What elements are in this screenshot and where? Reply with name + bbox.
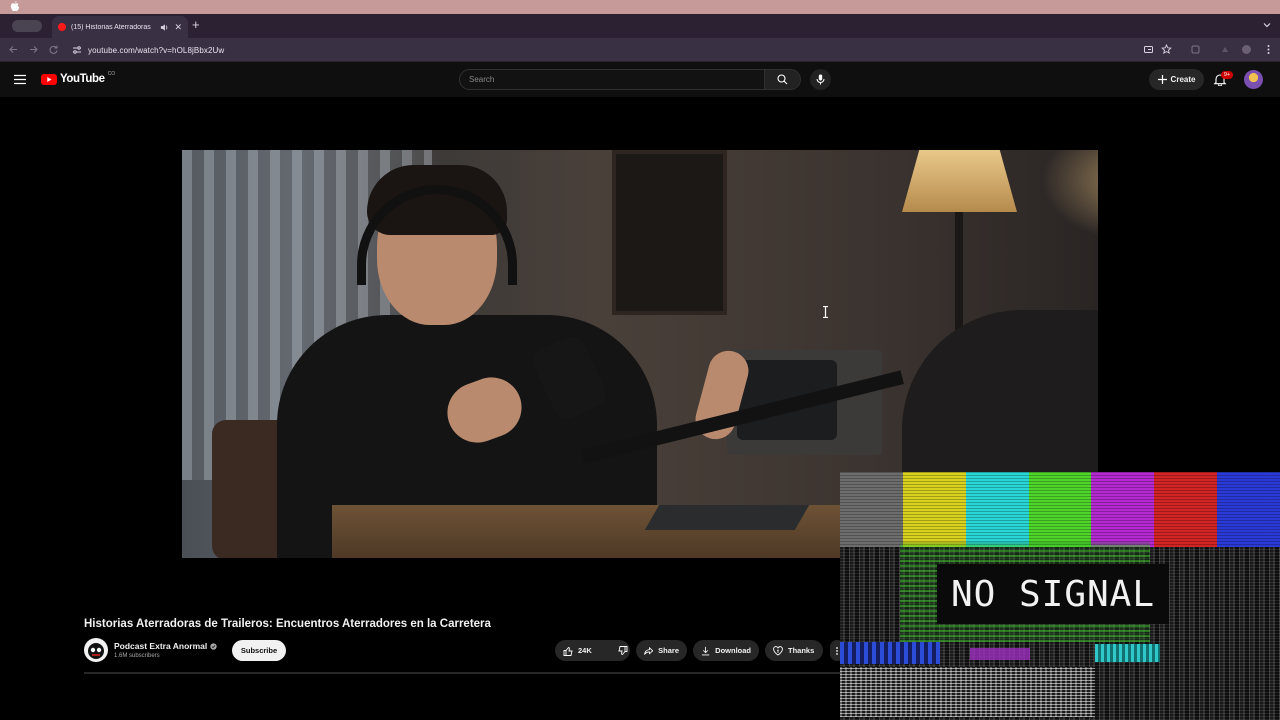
download-label: Download [715, 646, 751, 655]
text-cursor-icon [823, 306, 828, 318]
youtube-favicon-icon [58, 23, 66, 31]
country-code: CO [107, 71, 116, 77]
no-signal-overlay: NO SIGNAL [840, 472, 1280, 720]
super-thanks-icon [773, 645, 783, 656]
forward-icon[interactable] [28, 44, 39, 55]
create-button[interactable]: Create [1149, 69, 1204, 90]
extensions-icon[interactable] [1190, 44, 1201, 55]
url-text: youtube.com/watch?v=hOL8jBbx2Uw [88, 45, 225, 55]
like-button[interactable]: 24K [555, 640, 600, 661]
glitch-band-white [840, 667, 1095, 717]
color-bar [1091, 472, 1155, 547]
channel-name-row[interactable]: Podcast Extra Anormal [114, 641, 217, 651]
site-settings-icon[interactable] [72, 45, 82, 55]
system-menu-bar [0, 0, 1280, 14]
no-signal-text: NO SIGNAL [950, 573, 1156, 615]
profile-icon[interactable] [1241, 44, 1252, 55]
subscribe-button[interactable]: Subscribe [232, 640, 286, 661]
share-arrow-icon [644, 646, 654, 655]
subscriber-count: 1.6M subscribers [114, 653, 160, 659]
notification-badge: 9+ [1221, 71, 1233, 79]
page-divider [84, 672, 844, 674]
back-icon[interactable] [8, 44, 19, 55]
search-button[interactable] [765, 69, 801, 90]
glitch-band-magenta [970, 648, 1030, 660]
chevron-down-icon[interactable] [1262, 20, 1272, 30]
hamburger-menu-icon[interactable] [14, 74, 26, 85]
extension-icon[interactable] [1220, 44, 1231, 55]
scene-tablet [644, 505, 810, 530]
youtube-logo-text: YouTube [60, 73, 105, 85]
account-avatar[interactable] [1244, 70, 1263, 89]
browser-toolbar: youtube.com/watch?v=hOL8jBbx2Uw [0, 38, 1280, 62]
color-bars [840, 472, 1280, 547]
glitch-band-cyan [1095, 644, 1160, 662]
cast-icon[interactable] [1143, 44, 1154, 55]
new-tab-button[interactable]: + [192, 18, 200, 31]
color-bar [840, 472, 903, 547]
dislike-button[interactable] [610, 640, 636, 661]
search-box[interactable] [459, 69, 765, 90]
bookmark-star-icon[interactable] [1161, 44, 1172, 55]
create-label: Create [1170, 75, 1196, 84]
color-bar [1028, 472, 1092, 547]
browser-tab-strip: (15) Historias Aterradoras ✕ + [0, 14, 1280, 38]
thumbs-up-icon [563, 646, 573, 656]
more-vert-icon[interactable] [1263, 44, 1274, 55]
youtube-header: YouTube CO Create 9+ [0, 62, 1280, 97]
thanks-label: Thanks [788, 646, 815, 655]
verified-check-icon [210, 642, 217, 650]
reload-icon[interactable] [48, 44, 59, 55]
address-bar[interactable]: youtube.com/watch?v=hOL8jBbx2Uw [72, 41, 1132, 59]
browser-tab-active[interactable]: (15) Historias Aterradoras ✕ [52, 16, 188, 38]
glitch-band-blue [840, 642, 940, 664]
thanks-button[interactable]: Thanks [765, 640, 823, 661]
voice-search-button[interactable] [810, 69, 831, 90]
channel-name: Podcast Extra Anormal [114, 641, 208, 651]
color-bar [1154, 472, 1218, 547]
speaker-icon[interactable] [160, 23, 169, 32]
like-dislike-group: 24K [555, 640, 630, 661]
share-button[interactable]: Share [636, 640, 687, 661]
no-signal-label-box: NO SIGNAL [937, 564, 1169, 624]
channel-logo-icon [88, 643, 104, 659]
color-bar [902, 472, 966, 547]
scene-wall-frame [612, 150, 727, 315]
color-bar [1217, 472, 1280, 547]
download-button[interactable]: Download [693, 640, 759, 661]
scene-lamp [902, 150, 1017, 212]
microphone-icon [816, 74, 825, 85]
color-bar [965, 472, 1029, 547]
apple-icon[interactable] [10, 1, 20, 12]
channel-avatar[interactable] [84, 638, 108, 662]
youtube-logo[interactable]: YouTube CO [41, 71, 116, 85]
thumbs-down-icon [618, 645, 628, 655]
youtube-play-logo-icon [41, 73, 57, 85]
tab-group-pill[interactable] [12, 20, 42, 32]
share-label: Share [658, 646, 679, 655]
search-icon [777, 74, 788, 85]
video-title: Historias Aterradoras de Traileros: Encu… [84, 618, 491, 630]
plus-icon [1157, 75, 1167, 84]
search-input[interactable] [469, 75, 764, 84]
tab-title: (15) Historias Aterradoras [71, 23, 151, 31]
download-icon [701, 646, 710, 655]
tab-close-icon[interactable]: ✕ [174, 22, 182, 32]
like-count: 24K [578, 646, 592, 655]
